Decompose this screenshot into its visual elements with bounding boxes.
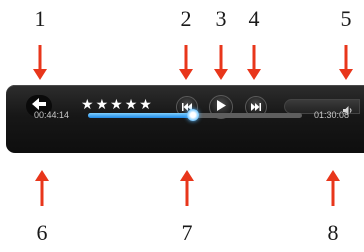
total-duration: 01:30:08: [314, 110, 350, 120]
seek-handle[interactable]: [186, 109, 199, 121]
star-icon[interactable]: ★: [110, 98, 123, 112]
star-icon[interactable]: ★: [125, 98, 138, 112]
callout-label-1: 1: [34, 6, 46, 31]
star-icon[interactable]: ★: [96, 98, 109, 112]
callout-arrow-3: [213, 45, 229, 81]
star-icon[interactable]: ★: [139, 98, 152, 112]
callout-arrow-1: [32, 45, 48, 81]
seek-progress: [88, 113, 193, 118]
callout-arrow-5: [338, 45, 354, 81]
callout-label-4: 4: [248, 6, 260, 31]
elapsed-time: 00:44:14: [34, 110, 70, 120]
callout-label-8: 8: [327, 220, 339, 245]
media-player-bar: ★ ★ ★ ★ ★ 00:44:14 01:30:08: [6, 85, 364, 153]
callout-label-7: 7: [181, 220, 193, 245]
star-icon[interactable]: ★: [81, 98, 94, 112]
callout-label-5: 5: [340, 6, 352, 31]
callout-arrow-7: [179, 170, 195, 206]
callout-arrow-2: [178, 45, 194, 81]
callout-arrow-6: [34, 170, 50, 206]
rating-stars[interactable]: ★ ★ ★ ★ ★: [81, 98, 152, 112]
callout-label-2: 2: [180, 6, 192, 31]
callout-label-6: 6: [36, 220, 48, 245]
callout-arrow-8: [325, 170, 341, 206]
seek-bar[interactable]: [88, 109, 302, 121]
callout-arrow-4: [246, 45, 262, 81]
callout-label-3: 3: [215, 6, 227, 31]
